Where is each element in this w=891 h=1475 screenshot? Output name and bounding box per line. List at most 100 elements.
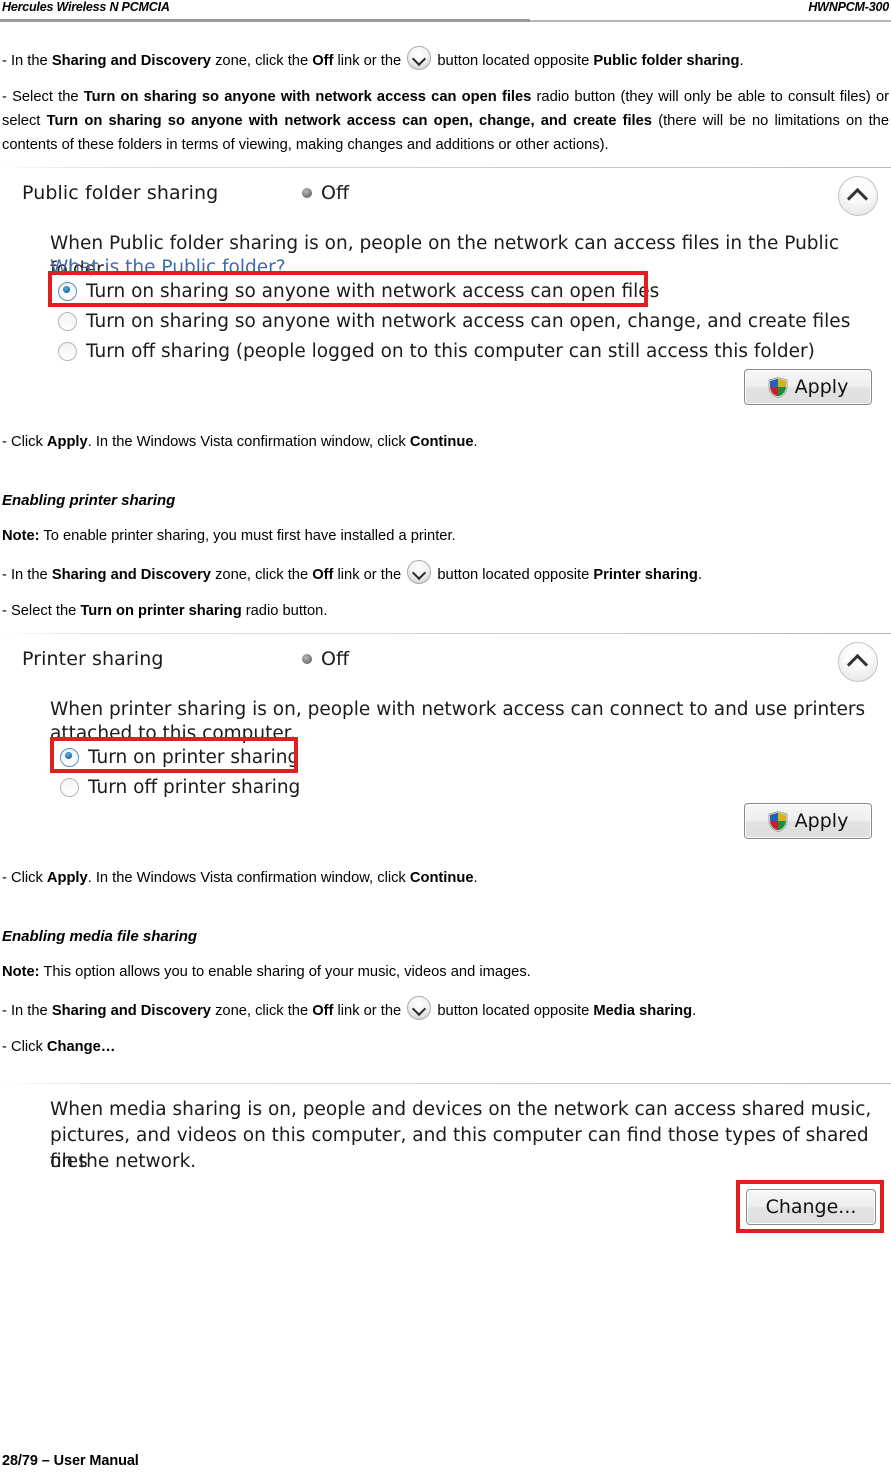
- figure-media-sharing-panel: When media sharing is on, people and dev…: [0, 1069, 891, 1239]
- text-fragment: - Click: [2, 870, 47, 886]
- document-content: - In the Sharing and Discovery zone, cli…: [0, 24, 891, 1239]
- chevron-down-icon: [407, 560, 432, 584]
- chevron-up-icon[interactable]: [838, 176, 878, 216]
- emphasis-open-change-create-option: Turn on sharing so anyone with network a…: [46, 113, 652, 129]
- emphasis-change: Change…: [46, 1039, 116, 1055]
- text-fragment: button located opposite: [433, 1003, 594, 1019]
- uac-shield-icon: [768, 810, 788, 832]
- emphasis-apply: Apply: [46, 870, 88, 886]
- uac-shield-icon: [768, 376, 788, 398]
- text-fragment: . In the Windows Vista confirmation wind…: [87, 870, 410, 886]
- chevron-up-icon[interactable]: [838, 642, 878, 682]
- emphasis-media-sharing: Media sharing: [593, 1003, 693, 1019]
- text-fragment: link or the: [333, 567, 406, 583]
- note-label: Note:: [2, 964, 40, 980]
- text-fragment: - Click: [2, 1039, 47, 1055]
- instruction-public-folder-zone: - In the Sharing and Discovery zone, cli…: [0, 46, 891, 73]
- apply-button[interactable]: Apply: [744, 369, 872, 405]
- chevron-down-icon: [407, 996, 432, 1020]
- emphasis-apply: Apply: [46, 434, 88, 450]
- instruction-printer-radio: - Select the Turn on printer sharing rad…: [0, 599, 891, 623]
- panel-header-row: Public folder sharing Off: [22, 177, 852, 209]
- panel-header-row: Printer sharing Off: [22, 643, 852, 675]
- panel-status-label[interactable]: Off: [321, 182, 349, 204]
- radio-mark-icon[interactable]: [60, 747, 79, 767]
- radio-option-label: Turn off printer sharing: [88, 776, 301, 798]
- figure-public-folder-sharing-panel: Public folder sharing Off When Public fo…: [0, 167, 891, 412]
- panel-status: Off: [302, 648, 349, 670]
- text-fragment: .: [739, 53, 744, 69]
- panel-description-line1: When media sharing is on, people and dev…: [50, 1099, 872, 1120]
- note-media-sharing: Note: This option allows you to enable s…: [0, 960, 891, 984]
- text-fragment: .: [473, 434, 478, 450]
- radio-mark-icon[interactable]: [60, 777, 79, 797]
- apply-button[interactable]: Apply: [744, 803, 872, 839]
- emphasis-printer-sharing: Printer sharing: [593, 567, 698, 583]
- text-fragment: link or the: [333, 53, 406, 69]
- figure-top-border: [0, 1083, 891, 1084]
- text-fragment: - Click: [2, 434, 47, 450]
- text-fragment: zone, click the: [210, 567, 313, 583]
- chevron-down-icon: [407, 46, 432, 70]
- apply-button-label: Apply: [794, 810, 849, 832]
- emphasis-sharing-and-discovery: Sharing and Discovery: [51, 1003, 211, 1019]
- figure-top-border: [0, 167, 891, 168]
- change-button-label: Change...: [765, 1196, 857, 1218]
- section-heading-printer-sharing: Enabling printer sharing: [2, 492, 176, 509]
- figure-top-border: [0, 633, 891, 634]
- text-fragment: button located opposite: [433, 567, 594, 583]
- instruction-apply-continue-1: - Click Apply. In the Windows Vista conf…: [0, 430, 891, 454]
- radio-mark-icon[interactable]: [58, 281, 77, 301]
- text-fragment: .: [473, 870, 478, 886]
- radio-option-turn-off[interactable]: Turn off sharing (people logged on to th…: [58, 337, 815, 365]
- emphasis-sharing-and-discovery: Sharing and Discovery: [51, 53, 211, 69]
- note-label: Note:: [2, 528, 40, 544]
- panel-title: Public folder sharing: [22, 182, 219, 204]
- text-fragment: link or the: [333, 1003, 406, 1019]
- page-footer: 28/79 – User Manual: [2, 1453, 139, 1469]
- change-button[interactable]: Change...: [746, 1189, 876, 1225]
- radio-mark-icon[interactable]: [58, 341, 77, 361]
- panel-description-line1: When printer sharing is on, people with …: [50, 699, 866, 720]
- text-fragment: . In the Windows Vista confirmation wind…: [87, 434, 410, 450]
- emphasis-off-link: Off: [312, 53, 334, 69]
- emphasis-off-link: Off: [312, 1003, 334, 1019]
- status-dot-icon: [302, 188, 312, 198]
- panel-title: Printer sharing: [22, 648, 164, 670]
- instruction-media-zone: - In the Sharing and Discovery zone, cli…: [0, 996, 891, 1023]
- radio-option-label: Turn on sharing so anyone with network a…: [86, 310, 851, 332]
- radio-option-open-change-create[interactable]: Turn on sharing so anyone with network a…: [58, 307, 850, 335]
- text-fragment: zone, click the: [210, 1003, 313, 1019]
- emphasis-public-folder-sharing: Public folder sharing: [593, 53, 740, 69]
- header-divider: [0, 19, 891, 22]
- instruction-select-radio: - Select the Turn on sharing so anyone w…: [0, 85, 891, 157]
- emphasis-open-files-option: Turn on sharing so anyone with network a…: [83, 89, 532, 105]
- radio-option-turn-off-printer-sharing[interactable]: Turn off printer sharing: [60, 773, 300, 801]
- text-fragment: .: [692, 1003, 697, 1019]
- panel-status: Off: [302, 182, 349, 204]
- panel-description-line3: on the network.: [50, 1151, 197, 1172]
- radio-mark-icon[interactable]: [58, 311, 77, 331]
- text-fragment: This option allows you to enable sharing…: [39, 964, 531, 980]
- text-fragment: - Select the: [2, 603, 81, 619]
- text-fragment: - In the: [2, 1003, 52, 1019]
- header-divider-left: [0, 19, 530, 22]
- text-fragment: radio button.: [241, 603, 328, 619]
- panel-status-label[interactable]: Off: [321, 648, 349, 670]
- radio-option-label: Turn on sharing so anyone with network a…: [86, 280, 660, 302]
- header-model-number: HWNPCM-300: [808, 0, 889, 14]
- text-fragment: button located opposite: [433, 53, 594, 69]
- radio-option-open-files[interactable]: Turn on sharing so anyone with network a…: [58, 277, 659, 305]
- instruction-media-change: - Click Change…: [0, 1035, 891, 1059]
- emphasis-continue: Continue: [409, 870, 474, 886]
- radio-option-turn-on-printer-sharing[interactable]: Turn on printer sharing: [60, 743, 299, 771]
- instruction-printer-zone: - In the Sharing and Discovery zone, cli…: [0, 560, 891, 587]
- emphasis-off-link: Off: [312, 567, 334, 583]
- figure-printer-sharing-panel: Printer sharing Off When printer sharing…: [0, 633, 891, 848]
- status-dot-icon: [302, 654, 312, 664]
- radio-option-label: Turn on printer sharing: [88, 746, 300, 768]
- text-fragment: To enable printer sharing, you must firs…: [39, 528, 456, 544]
- text-fragment: - Select the: [2, 89, 84, 105]
- text-fragment: - In the: [2, 567, 52, 583]
- note-printer-sharing: Note: To enable printer sharing, you mus…: [0, 524, 891, 548]
